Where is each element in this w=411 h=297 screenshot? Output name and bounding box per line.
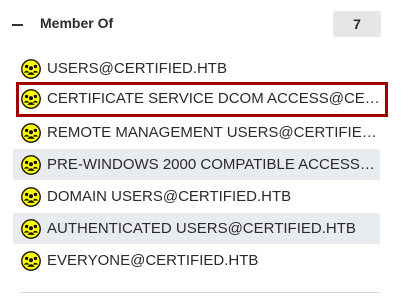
list-item[interactable]: USERS@CERTIFIED.HTB	[13, 53, 380, 84]
group-icon	[21, 89, 41, 109]
group-icon	[21, 219, 41, 239]
list-item[interactable]: PRE-WINDOWS 2000 COMPATIBLE ACCESS@CERTI…	[13, 149, 380, 180]
list-item[interactable]: AUTHENTICATED USERS@CERTIFIED.HTB	[13, 213, 380, 244]
group-icon	[21, 155, 41, 175]
minus-icon[interactable]	[12, 24, 23, 26]
group-icon	[21, 59, 41, 79]
item-label: CERTIFICATE SERVICE DCOM ACCESS@CERTIFIE…	[47, 90, 380, 107]
item-label: USERS@CERTIFIED.HTB	[47, 60, 227, 77]
section-header[interactable]: Member Of 7	[0, 0, 411, 46]
count-badge: 7	[333, 11, 381, 37]
list-item[interactable]: REMOTE MANAGEMENT USERS@CERTIFIED.HTB	[13, 117, 380, 148]
list-item[interactable]: EVERYONE@CERTIFIED.HTB	[13, 245, 380, 276]
item-label: EVERYONE@CERTIFIED.HTB	[47, 252, 259, 269]
list-item[interactable]: DOMAIN USERS@CERTIFIED.HTB	[13, 181, 380, 212]
member-of-panel: Member Of 7 USERS@CERTIFIED.HTB CERTIFIC…	[0, 0, 411, 297]
item-label: REMOTE MANAGEMENT USERS@CERTIFIED.HTB	[47, 124, 377, 141]
group-icon	[21, 123, 41, 143]
item-label: PRE-WINDOWS 2000 COMPATIBLE ACCESS@CERTI…	[47, 156, 377, 173]
list-item-selected[interactable]: CERTIFICATE SERVICE DCOM ACCESS@CERTIFIE…	[16, 82, 388, 117]
group-icon	[21, 187, 41, 207]
section-title: Member Of	[40, 15, 114, 31]
divider	[20, 292, 380, 293]
item-label: DOMAIN USERS@CERTIFIED.HTB	[47, 188, 292, 205]
group-icon	[21, 251, 41, 271]
item-label: AUTHENTICATED USERS@CERTIFIED.HTB	[47, 220, 356, 237]
